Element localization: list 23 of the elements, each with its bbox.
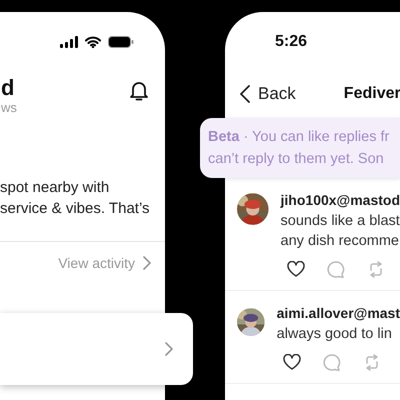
heart-icon[interactable] [286,261,305,277]
reply-author[interactable]: jiho100x@mastod [280,192,400,208]
chevron-icon [165,342,173,356]
comment-icon[interactable] [322,354,341,371]
reply-text: sounds like a blast any dish recomme [280,212,400,251]
reply-text: always good to lin [276,325,393,344]
beta-banner: Beta · You can like replies fr can’t reply to them yet. Son [200,118,400,178]
comment-icon[interactable] [326,261,345,278]
signal-icon [60,36,78,48]
back-button[interactable]: Back [240,84,296,104]
status-time: 5:26 [274,32,308,52]
chevron-icon [240,85,250,103]
heart-icon[interactable] [282,354,301,370]
chevron-icon [143,256,151,270]
reply-author[interactable]: aimi.allover@mast [276,305,400,321]
screen-title: Fediver [344,85,400,103]
post-text: spot nearby with service & vibes. That’s [0,178,151,219]
wifi-icon [85,36,101,48]
profile-name: d [1,76,16,100]
bell-icon[interactable] [129,80,149,102]
battery-icon [108,36,134,48]
card[interactable] [0,313,193,385]
profile-subtitle: ws [1,100,17,115]
